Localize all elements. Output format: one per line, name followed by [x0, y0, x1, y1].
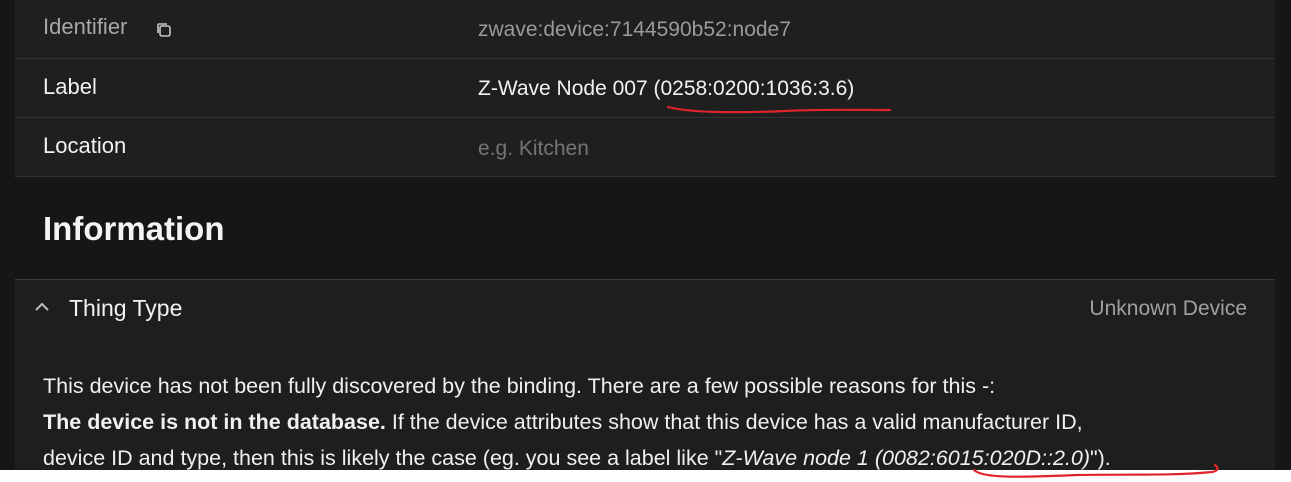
location-row: Location [15, 118, 1275, 177]
location-input[interactable] [478, 134, 1238, 164]
description-line-1: This device has not been fully discovere… [43, 374, 996, 398]
description-line-3-pre: device ID and type, then this is likely … [43, 446, 723, 470]
thing-type-value: Unknown Device [1089, 297, 1247, 320]
thing-config-list: Identifier zwave:device:7144590b52:node7… [15, 0, 1275, 177]
database-note: The device is not in the database. [43, 410, 386, 434]
thing-type-description: This device has not been fully discovere… [43, 368, 1258, 470]
label-label: Label [43, 74, 97, 99]
copy-icon[interactable] [155, 21, 173, 39]
description-line-2: The device is not in the database. If th… [43, 404, 1258, 440]
description-line-2-rest: If the device attributes show that this … [385, 410, 1083, 434]
identifier-value: zwave:device:7144590b52:node7 [478, 18, 791, 41]
identifier-row: Identifier zwave:device:7144590b52:node7 [15, 0, 1275, 59]
thing-type-accordion: Thing Type Unknown Device This device ha… [15, 279, 1275, 470]
identifier-label: Identifier [43, 14, 128, 39]
chevron-up-icon[interactable] [34, 301, 50, 313]
information-heading: Information [43, 210, 225, 247]
label-input[interactable] [478, 74, 1238, 104]
example-label: Z-Wave node 1 (0082:6015:020D::2.0) [722, 446, 1091, 470]
label-row: Label [15, 59, 1275, 118]
thing-type-title[interactable]: Thing Type [69, 295, 182, 322]
location-label: Location [43, 133, 127, 158]
thing-page: Identifier zwave:device:7144590b52:node7… [0, 0, 1291, 470]
description-line-3: device ID and type, then this is likely … [43, 440, 1258, 470]
description-line-3-post: "). [1090, 446, 1111, 470]
